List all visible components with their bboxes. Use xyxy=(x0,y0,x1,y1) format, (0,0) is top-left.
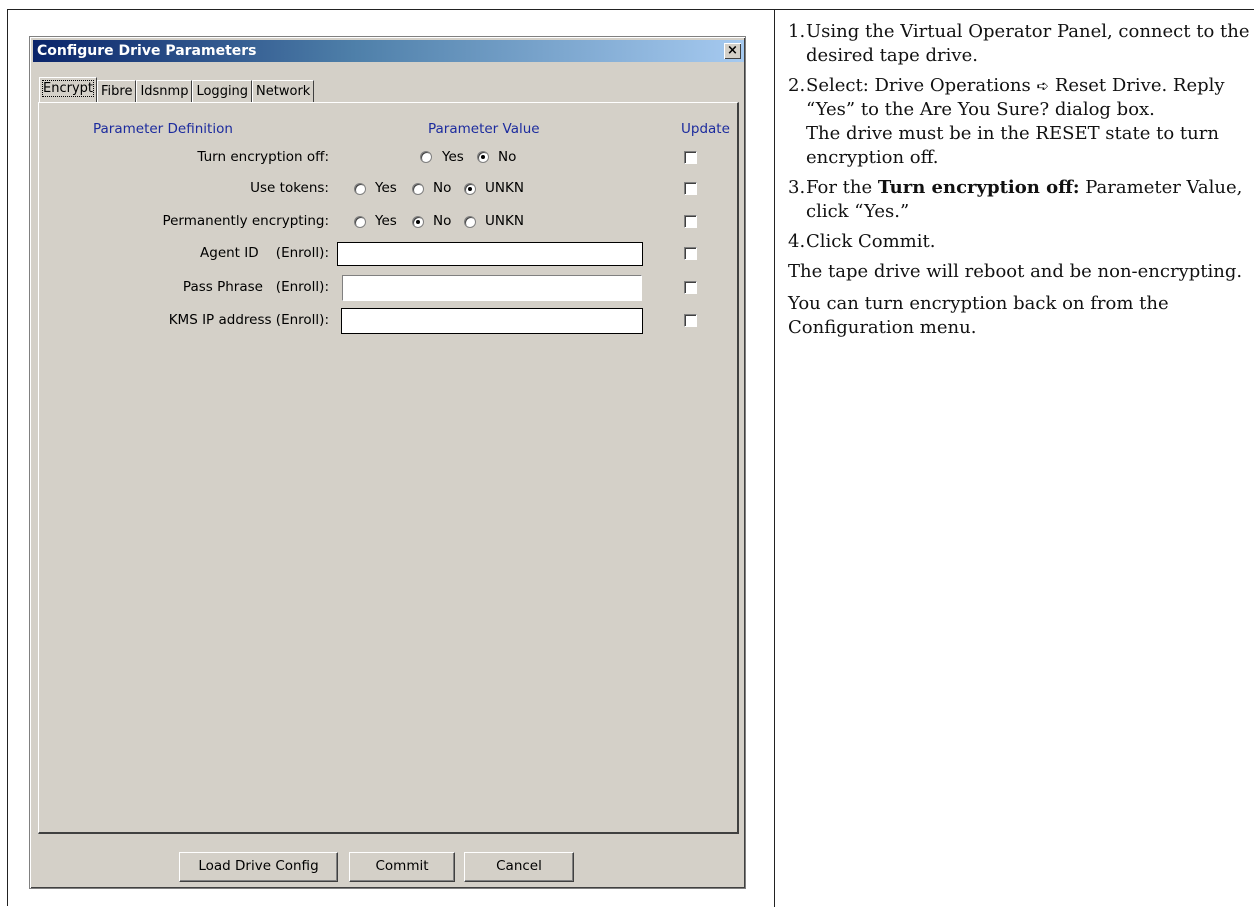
radio-label-no: No xyxy=(498,149,517,165)
dialog-titlebar[interactable]: Configure Drive Parameters × xyxy=(33,40,744,62)
agent-id-input[interactable] xyxy=(338,243,642,266)
tab-fibre-label: Fibre xyxy=(101,84,133,99)
label-pass-phrase: Pass Phrase (Enroll): xyxy=(182,279,329,295)
close-icon: × xyxy=(727,43,738,58)
radio-label-yes: Yes xyxy=(375,213,397,229)
tab-strip: Encrypt Fibre Idsnmp Logging Network xyxy=(39,77,315,102)
instruction-step-1: 1. Using the Virtual Operator Panel, con… xyxy=(788,20,1250,68)
radio-label-yes: Yes xyxy=(375,180,397,196)
label-use-tokens: Use tokens: xyxy=(250,180,329,196)
tab-encrypt-label: Encrypt xyxy=(42,80,94,97)
label-agent-id: Agent ID (Enroll): xyxy=(200,245,329,261)
dialog-title: Configure Drive Parameters xyxy=(37,43,257,59)
header-parameter-value: Parameter Value xyxy=(428,121,540,137)
step-number: 2. xyxy=(788,75,806,96)
step-text: For the xyxy=(806,177,878,198)
instruction-paragraph-reboot: The tape drive will reboot and be non-en… xyxy=(788,261,1243,282)
radio-permanently-encrypting-yes[interactable] xyxy=(354,216,366,228)
step-text: Click Commit. xyxy=(806,231,936,252)
load-drive-config-button[interactable]: Load Drive Config xyxy=(179,852,338,882)
commit-button[interactable]: Commit xyxy=(349,852,455,882)
radio-label-unkn: UNKN xyxy=(485,213,524,229)
radio-label-no: No xyxy=(433,213,452,229)
pass-phrase-field[interactable] xyxy=(342,275,642,301)
step-note: The drive must be in the RESET state to … xyxy=(806,123,1219,168)
instruction-steps: 1. Using the Virtual Operator Panel, con… xyxy=(788,20,1250,254)
instruction-step-3: 3. For the Turn encryption off: Paramete… xyxy=(788,176,1250,224)
step-text: Select: Drive Operations xyxy=(806,75,1031,96)
label-turn-encryption-off: Turn encryption off: xyxy=(197,149,329,165)
instruction-paragraph-reenable: You can turn encryption back on from the… xyxy=(788,293,1169,338)
header-update: Update xyxy=(681,121,730,137)
tab-network[interactable]: Network xyxy=(252,80,315,102)
update-checkbox-pass-phrase[interactable] xyxy=(684,281,697,294)
encrypt-tab-panel xyxy=(38,102,739,834)
kms-ip-address-field[interactable] xyxy=(341,308,643,334)
tab-logging-label: Logging xyxy=(196,84,249,99)
radio-label-yes: Yes xyxy=(442,149,464,165)
update-checkbox-use-tokens[interactable] xyxy=(684,182,697,195)
cancel-button[interactable]: Cancel xyxy=(464,852,574,882)
step-number: 1. xyxy=(788,21,806,42)
radio-use-tokens-no[interactable] xyxy=(412,183,424,195)
load-drive-config-label: Load Drive Config xyxy=(198,858,319,874)
update-checkbox-agent-id[interactable] xyxy=(684,247,697,260)
step-number: 4. xyxy=(788,231,806,252)
close-button[interactable]: × xyxy=(724,43,741,59)
radio-turn-encryption-off-yes[interactable] xyxy=(420,151,432,163)
label-permanently-encrypting: Permanently encrypting: xyxy=(162,213,329,229)
tab-encrypt[interactable]: Encrypt xyxy=(39,77,97,102)
update-checkbox-turn-encryption-off[interactable] xyxy=(684,151,697,164)
step-bold-text: Turn encryption off: xyxy=(877,177,1080,198)
configure-drive-parameters-dialog: Configure Drive Parameters × Encrypt Fib… xyxy=(29,36,746,889)
radio-use-tokens-yes[interactable] xyxy=(354,183,366,195)
tab-idsnmp-label: Idsnmp xyxy=(140,84,189,99)
instruction-step-4: 4. Click Commit. xyxy=(788,230,1250,254)
pass-phrase-input[interactable] xyxy=(343,276,641,300)
label-kms-ip-address: KMS IP address (Enroll): xyxy=(168,312,329,328)
cancel-label: Cancel xyxy=(496,858,542,874)
radio-permanently-encrypting-no[interactable] xyxy=(412,216,424,228)
update-checkbox-kms-ip-address[interactable] xyxy=(684,314,697,327)
radio-permanently-encrypting-unkn[interactable] xyxy=(464,216,476,228)
update-checkbox-permanently-encrypting[interactable] xyxy=(684,215,697,228)
agent-id-field[interactable] xyxy=(337,242,643,266)
arrow-right-icon: ➪ xyxy=(1036,77,1050,95)
instructions-column: 1. Using the Virtual Operator Panel, con… xyxy=(788,20,1250,348)
step-number: 3. xyxy=(788,177,806,198)
document-column-divider xyxy=(774,9,775,907)
radio-label-unkn: UNKN xyxy=(485,180,524,196)
kms-ip-address-input[interactable] xyxy=(342,309,642,333)
commit-label: Commit xyxy=(375,858,429,874)
radio-label-no: No xyxy=(433,180,452,196)
radio-turn-encryption-off-no[interactable] xyxy=(477,151,489,163)
header-parameter-definition: Parameter Definition xyxy=(93,121,233,137)
step-text: Using the Virtual Operator Panel, connec… xyxy=(806,21,1250,66)
tab-network-label: Network xyxy=(256,84,311,99)
instruction-step-2: 2. Select: Drive Operations ➪ Reset Driv… xyxy=(788,74,1250,170)
tab-fibre[interactable]: Fibre xyxy=(97,80,137,102)
tab-logging[interactable]: Logging xyxy=(192,80,253,102)
radio-use-tokens-unkn[interactable] xyxy=(464,183,476,195)
tab-idsnmp[interactable]: Idsnmp xyxy=(136,80,193,102)
